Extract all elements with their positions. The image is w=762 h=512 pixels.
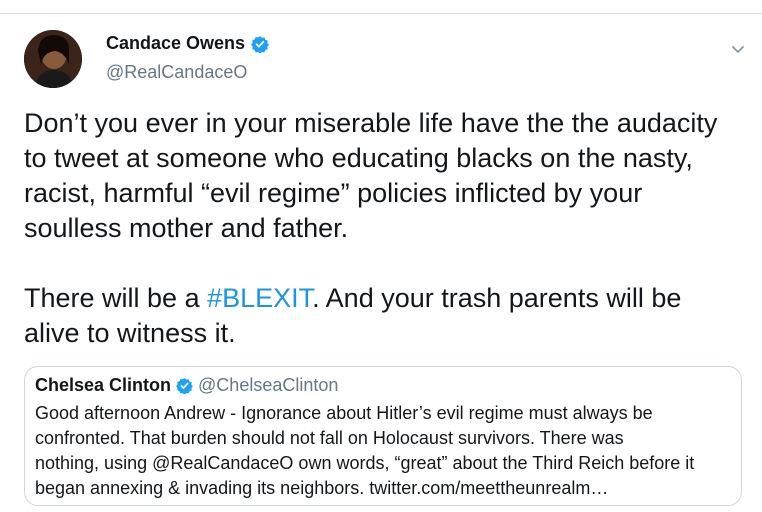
tweet-text-line: to tweet at someone who educating blacks… (24, 143, 693, 173)
quoted-author-handle: @ChelseaClinton (198, 375, 339, 395)
quoted-text-line: nothing, using @RealCandaceO own words, … (35, 453, 695, 473)
tweet-text-line: soulless mother and father. (24, 213, 349, 243)
tweet-text-line: racist, harmful “evil regime” policies i… (24, 178, 643, 208)
quoted-text-line: began annexing & invading its neighbors.… (35, 478, 609, 498)
quoted-tweet-card[interactable]: Chelsea Clinton @ChelseaClinton Good aft… (24, 366, 742, 506)
quoted-text-line: Good afternoon Andrew - Ignorance about … (35, 403, 653, 423)
hashtag-link[interactable]: #BLEXIT (207, 283, 312, 313)
chevron-down-icon[interactable] (731, 42, 745, 53)
quoted-text-line: confronted. That burden should not fall … (35, 428, 624, 448)
quoted-author-name: Chelsea Clinton (35, 375, 172, 395)
quoted-tweet-header: Chelsea Clinton @ChelseaClinton (35, 375, 338, 396)
tweet-text-segment: There will be a (24, 283, 208, 313)
author-name-row[interactable]: Candace Owens (106, 33, 269, 54)
verified-badge-icon (251, 35, 269, 54)
tweet-text: Don’t you ever in your miserable life ha… (24, 106, 744, 351)
tweet-text-segment: . And your trash parents will be (312, 283, 682, 313)
tweet-text-line: alive to witness it. (24, 318, 236, 348)
quoted-tweet-text: Good afternoon Andrew - Ignorance about … (35, 401, 735, 501)
verified-badge-icon (176, 377, 193, 395)
tweet-text-line: There will be a #BLEXIT. And your trash … (24, 281, 744, 316)
tweet-text-line: Don’t you ever in your miserable life ha… (24, 108, 718, 138)
avatar[interactable] (24, 30, 82, 88)
avatar-image (24, 30, 82, 88)
top-divider (0, 13, 762, 14)
author-name[interactable]: Candace Owens (106, 33, 245, 54)
author-handle[interactable]: @RealCandaceO (106, 62, 247, 83)
